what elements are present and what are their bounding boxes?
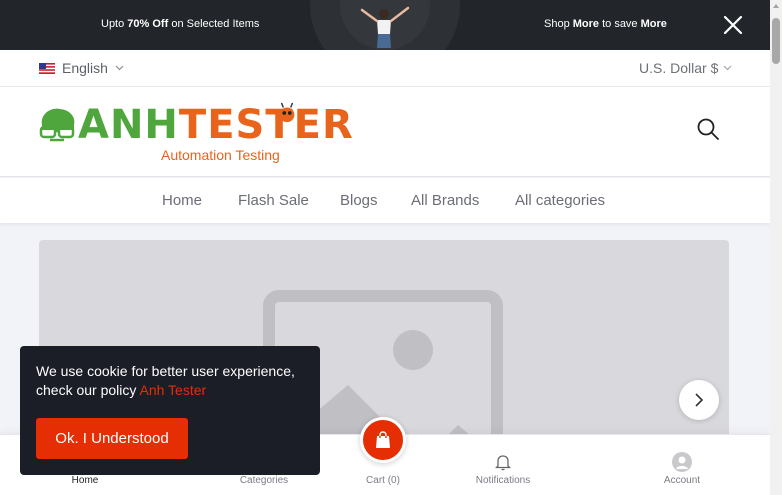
chevron-down-icon (723, 65, 732, 71)
promo-person-image (360, 6, 410, 48)
avatar-icon (672, 452, 692, 472)
language-label: English (62, 60, 108, 76)
bottom-nav-notifications-label: Notifications (475, 475, 531, 486)
search-icon[interactable] (696, 117, 720, 141)
logo-subtitle: Automation Testing (161, 147, 280, 163)
nav-all-brands[interactable]: All Brands (411, 192, 479, 209)
bottom-nav-cart-label: Cart (0) (366, 475, 400, 486)
language-currency-bar: English U.S. Dollar $ (0, 50, 770, 87)
bottom-nav-account[interactable]: Account (652, 435, 712, 495)
close-icon[interactable] (720, 12, 746, 38)
currency-label: U.S. Dollar $ (639, 60, 719, 76)
currency-selector[interactable]: U.S. Dollar $ (639, 60, 732, 76)
shopping-bag-icon (376, 431, 390, 448)
nav-blogs[interactable]: Blogs (340, 192, 378, 209)
site-logo[interactable]: ANHTESTER Automation Testing (38, 102, 353, 167)
page: Upto 70% Off on Selected Items Shop More… (0, 0, 782, 495)
cookie-consent-popup: We use cookie for better user experience… (20, 346, 320, 475)
language-selector[interactable]: English (39, 60, 124, 76)
nav-home[interactable]: Home (162, 192, 202, 209)
cookie-policy-link[interactable]: Anh Tester (140, 382, 207, 398)
cart-button[interactable] (360, 417, 406, 463)
bottom-nav-account-label: Account (663, 475, 701, 486)
promo-bar: Upto 70% Off on Selected Items Shop More… (0, 0, 782, 50)
nav-flash-sale[interactable]: Flash Sale (238, 192, 309, 209)
bottom-nav-home-label: Home (71, 475, 99, 486)
nav-all-categories[interactable]: All categories (515, 192, 605, 209)
scrollbar-thumb[interactable] (772, 18, 780, 64)
site-header: ANHTESTER Automation Testing (0, 87, 770, 177)
cookie-text: We use cookie for better user experience… (36, 363, 295, 398)
logo-bug-icon (279, 102, 295, 123)
logo-face-icon (39, 108, 75, 142)
scroll-up-arrow-icon[interactable] (772, 2, 780, 10)
cookie-accept-button[interactable]: Ok. I Understood (36, 418, 188, 459)
us-flag-icon (39, 62, 55, 74)
carousel-next-button[interactable] (679, 380, 719, 420)
chevron-down-icon (115, 65, 124, 71)
logo-wordmark: ANHTESTER (78, 102, 354, 148)
main-nav: Home Flash Sale Blogs All Brands All cat… (0, 178, 770, 223)
bottom-nav-categories-label: Categories (239, 475, 289, 486)
page-scrollbar[interactable] (770, 0, 782, 495)
bell-icon (495, 455, 511, 471)
promo-left-text: Upto 70% Off on Selected Items (101, 18, 260, 30)
bottom-nav-notifications[interactable]: Notifications (463, 435, 543, 495)
chevron-right-icon (695, 393, 704, 407)
promo-right-text: Shop More to save More (544, 18, 667, 30)
